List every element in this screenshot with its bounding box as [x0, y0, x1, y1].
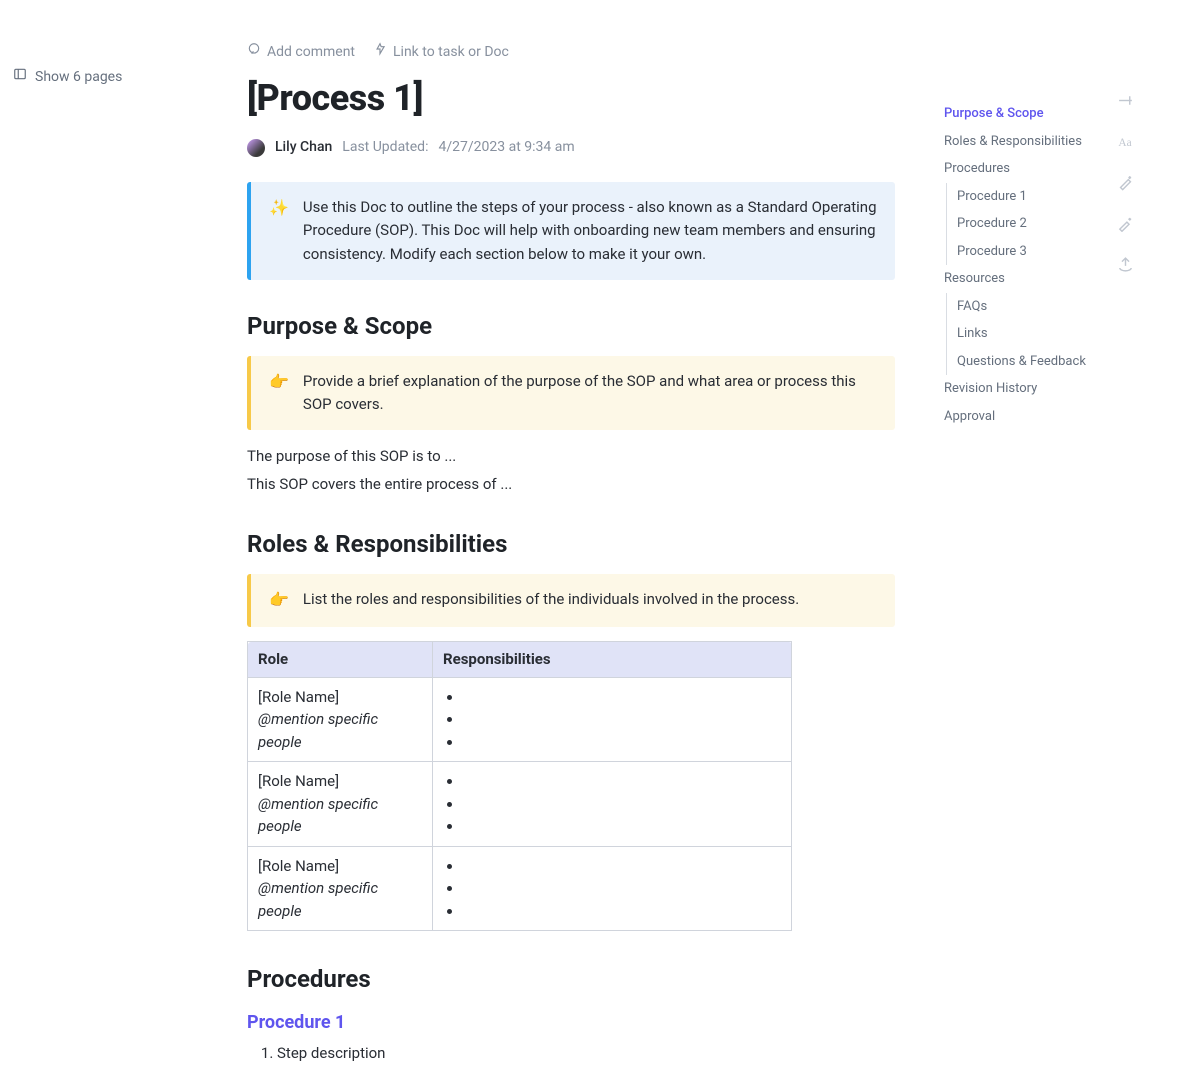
typography-tool[interactable]: Aa	[1117, 133, 1134, 150]
table-row[interactable]: [Role Name] @mention specific people	[248, 762, 792, 847]
outline-approval[interactable]: Approval	[944, 403, 1099, 431]
purpose-heading[interactable]: Purpose & Scope	[247, 308, 895, 344]
purpose-line-2[interactable]: This SOP covers the entire process of ..…	[247, 472, 895, 496]
ai-assist-tool[interactable]	[1117, 174, 1134, 191]
show-pages-label: Show 6 pages	[35, 67, 122, 88]
procedure-1-steps[interactable]: Step description	[247, 1042, 895, 1065]
col-role: Role	[248, 642, 433, 678]
intro-callout-text: Use this Doc to outline the steps of you…	[303, 196, 877, 266]
outline-procedure-2[interactable]: Procedure 2	[957, 210, 1099, 238]
document-outline: Purpose & Scope Roles & Responsibilities…	[944, 100, 1099, 430]
role-mention: @mention specific people	[258, 877, 422, 922]
export-tool[interactable]	[1117, 256, 1134, 273]
point-right-icon: 👉	[269, 588, 289, 613]
responsibilities-list	[443, 855, 781, 923]
doc-actions: Add comment Link to task or Doc	[247, 42, 895, 63]
purpose-callout[interactable]: 👉 Provide a brief explanation of the pur…	[247, 356, 895, 431]
procedure-1-heading[interactable]: Procedure 1	[247, 1009, 895, 1036]
panel-icon	[13, 67, 27, 88]
width-tool[interactable]	[1117, 92, 1134, 109]
last-updated-label: Last Updated:	[342, 137, 428, 158]
table-row[interactable]: [Role Name] @mention specific people	[248, 846, 792, 931]
roles-callout[interactable]: 👉 List the roles and responsibilities of…	[247, 574, 895, 627]
comment-icon	[247, 42, 261, 63]
role-name: [Role Name]	[258, 770, 422, 793]
col-responsibilities: Responsibilities	[433, 642, 792, 678]
outline-resources[interactable]: Resources	[944, 265, 1099, 293]
point-right-icon: 👉	[269, 370, 289, 417]
procedures-heading[interactable]: Procedures	[247, 961, 895, 997]
link-task-label: Link to task or Doc	[393, 42, 509, 63]
intro-callout[interactable]: ✨ Use this Doc to outline the steps of y…	[247, 182, 895, 280]
role-name: [Role Name]	[258, 855, 422, 878]
link-icon	[373, 42, 387, 63]
purpose-line-1[interactable]: The purpose of this SOP is to ...	[247, 444, 895, 468]
outline-revision-history[interactable]: Revision History	[944, 375, 1099, 403]
responsibilities-list	[443, 686, 781, 754]
sparkle-icon: ✨	[269, 196, 289, 266]
roles-callout-text: List the roles and responsibilities of t…	[303, 588, 877, 613]
outline-procedure-1[interactable]: Procedure 1	[957, 183, 1099, 211]
outline-procedure-3[interactable]: Procedure 3	[957, 238, 1099, 266]
outline-links[interactable]: Links	[957, 320, 1099, 348]
outline-procedures[interactable]: Procedures	[944, 155, 1099, 183]
table-row[interactable]: [Role Name] @mention specific people	[248, 677, 792, 762]
outline-questions-feedback[interactable]: Questions & Feedback	[957, 348, 1099, 376]
style-tool[interactable]	[1117, 215, 1134, 232]
add-comment-button[interactable]: Add comment	[247, 42, 355, 63]
avatar[interactable]	[247, 139, 265, 157]
outline-faqs[interactable]: FAQs	[957, 293, 1099, 321]
role-mention: @mention specific people	[258, 793, 422, 838]
document-body: Add comment Link to task or Doc [Process…	[247, 0, 895, 1065]
role-mention: @mention specific people	[258, 708, 422, 753]
responsibilities-list	[443, 770, 781, 838]
add-comment-label: Add comment	[267, 42, 355, 63]
roles-heading[interactable]: Roles & Responsibilities	[247, 526, 895, 562]
show-pages-toggle[interactable]: Show 6 pages	[13, 67, 122, 88]
role-name: [Role Name]	[258, 686, 422, 709]
author-name[interactable]: Lily Chan	[275, 137, 332, 158]
roles-table[interactable]: Role Responsibilities [Role Name] @menti…	[247, 641, 792, 931]
page-title[interactable]: [Process 1]	[247, 71, 895, 125]
last-updated-value: 4/27/2023 at 9:34 am	[438, 137, 574, 158]
outline-purpose-scope[interactable]: Purpose & Scope	[944, 100, 1099, 128]
step-item[interactable]: Step description	[277, 1042, 895, 1065]
outline-roles[interactable]: Roles & Responsibilities	[944, 128, 1099, 156]
purpose-callout-text: Provide a brief explanation of the purpo…	[303, 370, 877, 417]
meta-row: Lily Chan Last Updated: 4/27/2023 at 9:3…	[247, 137, 895, 158]
svg-text:Aa: Aa	[1118, 137, 1131, 149]
right-toolbar: Aa	[1117, 92, 1134, 273]
link-task-button[interactable]: Link to task or Doc	[373, 42, 509, 63]
